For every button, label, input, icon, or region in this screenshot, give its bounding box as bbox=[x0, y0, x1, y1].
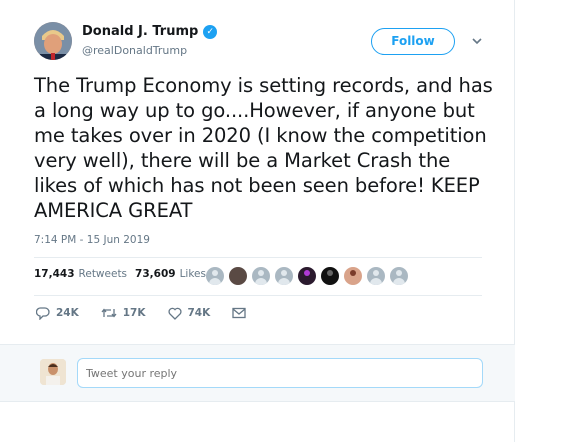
retweet-action[interactable]: 17K bbox=[101, 306, 146, 320]
divider bbox=[34, 257, 482, 258]
liker-avatar[interactable] bbox=[321, 267, 339, 285]
reply-input[interactable] bbox=[77, 358, 483, 388]
verified-badge-icon: ✓ bbox=[203, 24, 218, 39]
retweets-label[interactable]: Retweets bbox=[79, 268, 128, 280]
author-handle[interactable]: @realDonaldTrump bbox=[82, 44, 187, 57]
liker-avatar[interactable] bbox=[275, 267, 293, 285]
author-name-row: Donald J. Trump ✓ bbox=[82, 24, 218, 39]
tweet-card: Donald J. Trump ✓ @realDonaldTrump Follo… bbox=[0, 0, 515, 442]
likes-label[interactable]: Likes bbox=[180, 268, 206, 280]
retweet-icon bbox=[101, 308, 117, 318]
reply-icon bbox=[36, 307, 50, 320]
reply-action[interactable]: 24K bbox=[36, 306, 79, 320]
tweet-timestamp[interactable]: 7:14 PM - 15 Jun 2019 bbox=[34, 234, 150, 246]
likes-count[interactable]: 73,609 bbox=[135, 268, 176, 280]
chevron-down-icon[interactable] bbox=[470, 34, 484, 48]
retweet-count: 17K bbox=[122, 307, 146, 319]
heart-icon bbox=[167, 307, 182, 320]
liker-avatar[interactable] bbox=[298, 267, 316, 285]
engagement-stats: 17,443 Retweets 73,609 Likes bbox=[34, 268, 214, 280]
tweet-text: The Trump Economy is setting records, an… bbox=[34, 74, 493, 222]
liker-avatar[interactable] bbox=[252, 267, 270, 285]
liker-avatar[interactable] bbox=[206, 267, 224, 285]
user-avatar[interactable] bbox=[40, 359, 66, 385]
liker-avatar[interactable] bbox=[229, 267, 247, 285]
author-name[interactable]: Donald J. Trump bbox=[82, 24, 198, 39]
retweets-count[interactable]: 17,443 bbox=[34, 268, 75, 280]
liker-avatar[interactable] bbox=[344, 267, 362, 285]
envelope-icon bbox=[232, 307, 246, 319]
like-count: 74K bbox=[187, 307, 211, 319]
liker-avatars bbox=[206, 267, 413, 285]
like-action[interactable]: 74K bbox=[167, 307, 211, 320]
author-avatar[interactable] bbox=[34, 22, 72, 60]
tweet-actions: 24K 17K 74K bbox=[36, 306, 274, 320]
liker-avatar[interactable] bbox=[390, 267, 408, 285]
follow-button[interactable]: Follow bbox=[371, 28, 455, 55]
message-action[interactable] bbox=[232, 307, 252, 319]
divider bbox=[34, 295, 482, 296]
reply-count: 24K bbox=[56, 307, 79, 319]
liker-avatar[interactable] bbox=[367, 267, 385, 285]
reply-composer bbox=[0, 344, 515, 402]
